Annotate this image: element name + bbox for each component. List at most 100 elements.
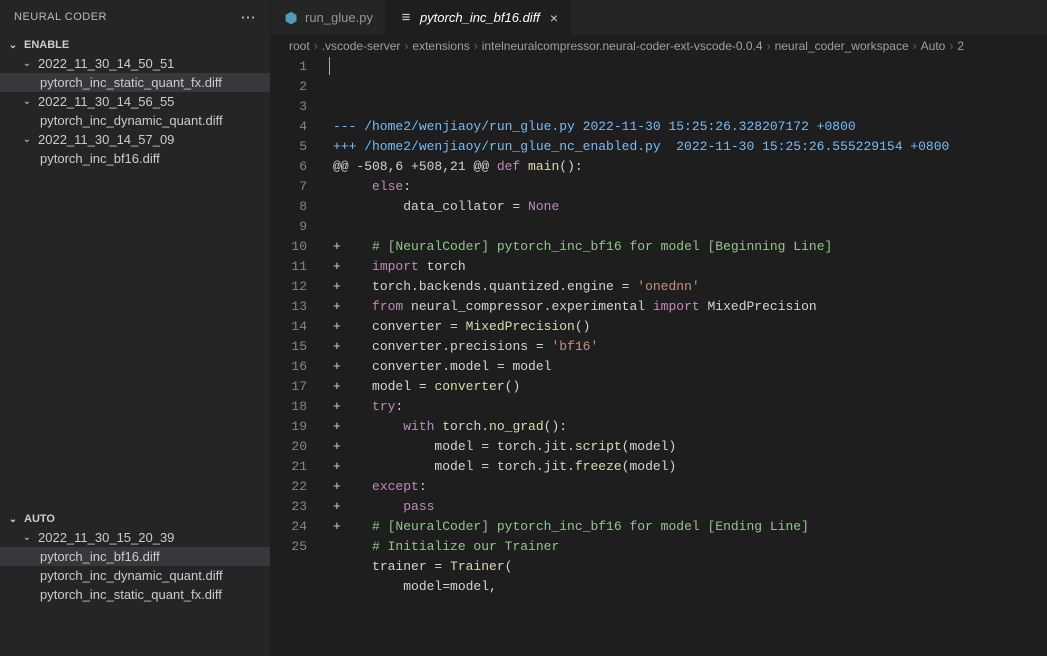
code-line[interactable]: + with torch.no_grad(): <box>333 417 1047 437</box>
line-number: 17 <box>271 377 307 397</box>
code-line[interactable]: + from neural_compressor.experimental im… <box>333 297 1047 317</box>
tab-run-glue[interactable]: ⬢ run_glue.py <box>271 0 386 35</box>
code-line[interactable]: + torch.backends.quantized.engine = 'one… <box>333 277 1047 297</box>
more-icon[interactable]: ⋯ <box>241 8 257 26</box>
code-line[interactable]: + except: <box>333 477 1047 497</box>
line-number: 8 <box>271 197 307 217</box>
code-line[interactable]: + converter.model = model <box>333 357 1047 377</box>
code-line[interactable]: + model = torch.jit.freeze(model) <box>333 457 1047 477</box>
line-number: 4 <box>271 117 307 137</box>
line-gutter: 1234567891011121314151617181920212223242… <box>271 57 329 656</box>
folder-item[interactable]: ⌄ 2022_11_30_15_20_39 <box>0 528 270 547</box>
file-label: pytorch_inc_bf16.diff <box>40 151 160 166</box>
code-line[interactable]: +++ /home2/wenjiaoy/run_glue_nc_enabled.… <box>333 137 1047 157</box>
line-number: 20 <box>271 437 307 457</box>
breadcrumb-item[interactable]: Auto <box>921 39 946 53</box>
code-line[interactable]: + converter.precisions = 'bf16' <box>333 337 1047 357</box>
cursor <box>329 57 330 75</box>
code-line[interactable]: else: <box>333 177 1047 197</box>
folder-label: 2022_11_30_14_50_51 <box>38 56 174 71</box>
code-line[interactable]: + import torch <box>333 257 1047 277</box>
chevron-down-icon: ⌄ <box>20 532 34 543</box>
section-label: ENABLE <box>24 39 69 51</box>
line-number: 23 <box>271 497 307 517</box>
chevron-down-icon: ⌄ <box>20 58 34 69</box>
file-item[interactable]: pytorch_inc_dynamic_quant.diff <box>0 111 270 130</box>
sidebar: NEURAL CODER ⋯ ⌄ ENABLE ⌄ 2022_11_30_14_… <box>0 0 271 656</box>
code-editor[interactable]: 1234567891011121314151617181920212223242… <box>271 57 1047 656</box>
line-number: 6 <box>271 157 307 177</box>
code-line[interactable]: + # [NeuralCoder] pytorch_inc_bf16 for m… <box>333 237 1047 257</box>
file-label: pytorch_inc_static_quant_fx.diff <box>40 75 222 90</box>
line-number: 12 <box>271 277 307 297</box>
tab-bar: ⬢ run_glue.py ≡ pytorch_inc_bf16.diff × <box>271 0 1047 35</box>
code-line[interactable]: + model = converter() <box>333 377 1047 397</box>
line-number: 2 <box>271 77 307 97</box>
file-item[interactable]: pytorch_inc_dynamic_quant.diff <box>0 566 270 585</box>
line-number: 10 <box>271 237 307 257</box>
sidebar-title-bar: NEURAL CODER ⋯ <box>0 0 270 34</box>
file-label: pytorch_inc_dynamic_quant.diff <box>40 568 223 583</box>
chevron-down-icon: ⌄ <box>20 134 34 145</box>
file-item[interactable]: pytorch_inc_bf16.diff <box>0 547 270 566</box>
breadcrumb-item[interactable]: .vscode-server <box>322 39 401 53</box>
breadcrumb-item[interactable]: root <box>289 39 310 53</box>
code-line[interactable]: model=model, <box>333 577 1047 597</box>
line-number: 19 <box>271 417 307 437</box>
breadcrumb-item[interactable]: 2 <box>957 39 964 53</box>
code-line[interactable]: data_collator = None <box>333 197 1047 217</box>
code-line[interactable]: + try: <box>333 397 1047 417</box>
python-icon: ⬢ <box>283 10 299 26</box>
close-icon[interactable]: × <box>550 10 558 26</box>
breadcrumb-item[interactable]: neural_coder_workspace <box>775 39 909 53</box>
line-number: 11 <box>271 257 307 277</box>
section-enable[interactable]: ⌄ ENABLE <box>0 36 270 54</box>
code-line[interactable]: + converter = MixedPrecision() <box>333 317 1047 337</box>
breadcrumb-item[interactable]: intelneuralcompressor.neural-coder-ext-v… <box>482 39 763 53</box>
code-line[interactable] <box>333 217 1047 237</box>
file-item[interactable]: pytorch_inc_bf16.diff <box>0 149 270 168</box>
folder-label: 2022_11_30_14_57_09 <box>38 132 174 147</box>
line-number: 13 <box>271 297 307 317</box>
chevron-down-icon: ⌄ <box>6 514 20 525</box>
line-number: 21 <box>271 457 307 477</box>
code-content[interactable]: --- /home2/wenjiaoy/run_glue.py 2022-11-… <box>329 57 1047 656</box>
folder-item[interactable]: ⌄ 2022_11_30_14_57_09 <box>0 130 270 149</box>
folder-item[interactable]: ⌄ 2022_11_30_14_56_55 <box>0 92 270 111</box>
section-label: AUTO <box>24 513 55 525</box>
folder-label: 2022_11_30_14_56_55 <box>38 94 174 109</box>
file-item[interactable]: pytorch_inc_static_quant_fx.diff <box>0 585 270 604</box>
line-number: 16 <box>271 357 307 377</box>
editor-area: ⬢ run_glue.py ≡ pytorch_inc_bf16.diff × … <box>271 0 1047 656</box>
line-number: 9 <box>271 217 307 237</box>
code-line[interactable]: @@ -508,6 +508,21 @@ def main(): <box>333 157 1047 177</box>
line-number: 18 <box>271 397 307 417</box>
file-label: pytorch_inc_dynamic_quant.diff <box>40 113 223 128</box>
breadcrumb-item[interactable]: extensions <box>412 39 469 53</box>
file-item[interactable]: pytorch_inc_static_quant_fx.diff <box>0 73 270 92</box>
chevron-down-icon: ⌄ <box>20 96 34 107</box>
line-number: 25 <box>271 537 307 557</box>
section-auto[interactable]: ⌄ AUTO <box>0 510 270 528</box>
diff-icon: ≡ <box>398 10 414 26</box>
code-line[interactable]: + model = torch.jit.script(model) <box>333 437 1047 457</box>
line-number: 7 <box>271 177 307 197</box>
code-line[interactable]: --- /home2/wenjiaoy/run_glue.py 2022-11-… <box>333 117 1047 137</box>
file-label: pytorch_inc_bf16.diff <box>40 549 160 564</box>
code-line[interactable]: trainer = Trainer( <box>333 557 1047 577</box>
line-number: 24 <box>271 517 307 537</box>
line-number: 14 <box>271 317 307 337</box>
tab-diff[interactable]: ≡ pytorch_inc_bf16.diff × <box>386 0 571 35</box>
folder-label: 2022_11_30_15_20_39 <box>38 530 174 545</box>
line-number: 22 <box>271 477 307 497</box>
code-line[interactable]: + pass <box>333 497 1047 517</box>
chevron-down-icon: ⌄ <box>6 40 20 51</box>
code-line[interactable]: # Initialize our Trainer <box>333 537 1047 557</box>
line-number: 15 <box>271 337 307 357</box>
line-number: 5 <box>271 137 307 157</box>
breadcrumb[interactable]: root› .vscode-server› extensions› inteln… <box>271 35 1047 57</box>
folder-item[interactable]: ⌄ 2022_11_30_14_50_51 <box>0 54 270 73</box>
code-line[interactable]: + # [NeuralCoder] pytorch_inc_bf16 for m… <box>333 517 1047 537</box>
line-number: 3 <box>271 97 307 117</box>
code-line[interactable] <box>333 597 1047 617</box>
